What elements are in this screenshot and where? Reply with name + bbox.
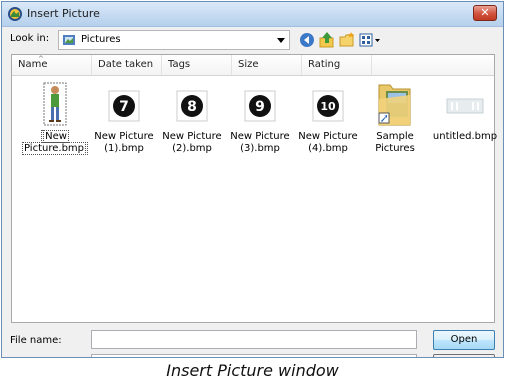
svg-text:9: 9 xyxy=(255,99,265,115)
file-name-label: untitled.bmp xyxy=(432,131,498,142)
blank-bitmap-icon xyxy=(432,81,498,129)
file-name-label: File name: xyxy=(10,335,62,346)
number-10-icon: 10 xyxy=(295,81,361,129)
pictures-folder-icon xyxy=(63,35,75,45)
folder-item-sample-pictures[interactable]: Sample Pictures xyxy=(362,81,428,155)
column-tags[interactable]: Tags xyxy=(162,55,232,75)
figure-caption: Insert Picture window xyxy=(166,361,339,380)
look-in-label: Look in: xyxy=(10,33,50,44)
chevron-down-icon[interactable] xyxy=(277,38,285,43)
close-button[interactable]: ✕ xyxy=(473,5,497,21)
file-name-input[interactable] xyxy=(91,330,417,349)
back-icon[interactable] xyxy=(298,31,316,49)
number-8-icon: 8 xyxy=(159,81,225,129)
file-item-new-picture-4[interactable]: 10 New Picture (4).bmp xyxy=(295,81,361,155)
file-name-label: New Picture.bmp xyxy=(22,130,89,155)
file-item-untitled[interactable]: untitled.bmp xyxy=(432,81,498,143)
cancel-button[interactable] xyxy=(433,354,495,357)
open-button[interactable]: Open xyxy=(433,330,495,350)
svg-text:10: 10 xyxy=(320,100,336,113)
sort-up-icon: ^ xyxy=(38,55,44,63)
column-rating[interactable]: Rating xyxy=(302,55,372,75)
title-bar[interactable]: Insert Picture ✕ xyxy=(2,2,503,27)
file-name-label: New Picture (3).bmp xyxy=(230,131,290,154)
file-name-label: New Picture (4).bmp xyxy=(298,131,358,154)
app-icon xyxy=(8,7,22,21)
column-name[interactable]: ^ Name xyxy=(12,55,92,75)
file-item-new-picture-2[interactable]: 8 New Picture (2).bmp xyxy=(159,81,225,155)
file-item-new-picture-1[interactable]: 7 New Picture (1).bmp xyxy=(91,81,157,155)
column-date-taken[interactable]: Date taken xyxy=(92,55,162,75)
svg-text:7: 7 xyxy=(119,99,129,115)
file-item-new-picture[interactable]: New Picture.bmp xyxy=(22,81,89,155)
file-type-select[interactable] xyxy=(91,354,417,357)
number-7-icon: 7 xyxy=(91,81,157,129)
folder-name-label: Sample Pictures xyxy=(375,131,415,154)
person-thumbnail-icon xyxy=(22,81,88,129)
look-in-value: Pictures xyxy=(81,34,121,45)
file-name-label: New Picture (1).bmp xyxy=(94,131,154,154)
folder-shortcut-icon xyxy=(362,81,428,129)
views-menu-icon[interactable] xyxy=(358,31,382,49)
insert-picture-dialog: Insert Picture ✕ Look in: Pictures ^ Nam… xyxy=(1,1,504,358)
look-in-combo[interactable]: Pictures xyxy=(58,30,290,50)
new-folder-icon[interactable] xyxy=(338,31,356,49)
svg-text:8: 8 xyxy=(187,99,197,115)
column-size[interactable]: Size xyxy=(232,55,302,75)
file-list[interactable]: ^ Name Date taken Tags Size Rating New P… xyxy=(11,54,498,323)
file-item-new-picture-3[interactable]: 9 New Picture (3).bmp xyxy=(227,81,293,155)
number-9-icon: 9 xyxy=(227,81,293,129)
column-header: ^ Name Date taken Tags Size Rating xyxy=(12,55,494,76)
file-name-label: New Picture (2).bmp xyxy=(162,131,222,154)
window-title: Insert Picture xyxy=(27,7,100,20)
up-folder-icon[interactable] xyxy=(318,31,336,49)
